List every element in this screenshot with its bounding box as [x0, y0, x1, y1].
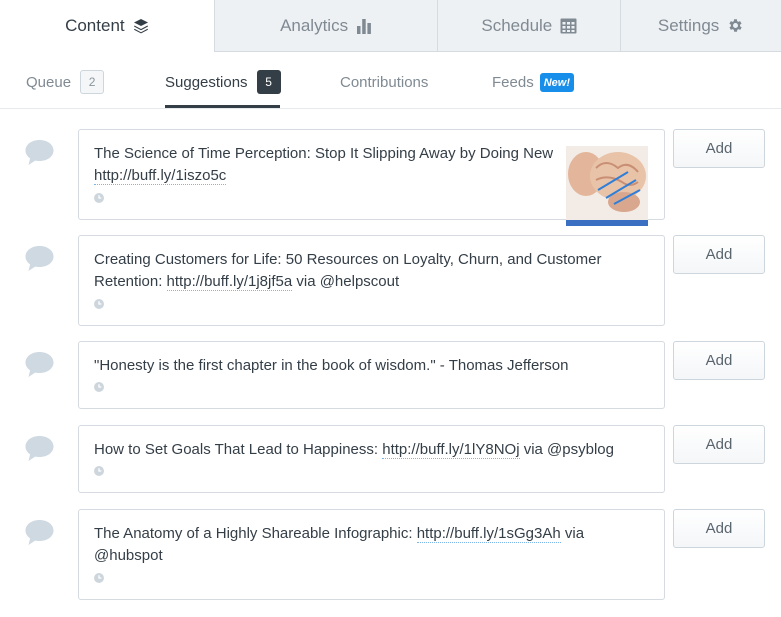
queue-count-badge: 2 — [80, 70, 105, 94]
comment-bubble-icon — [24, 139, 55, 171]
suggestion-text: The Anatomy of a Highly Shareable Infogr… — [94, 525, 585, 564]
main-tab-bar: Content Analytics Schedule Settings — [0, 0, 781, 52]
suggestion-text: The Science of Time Perception: Stop It … — [94, 145, 554, 185]
add-button[interactable]: Add — [673, 129, 765, 168]
tab-suggestions-label: Suggestions — [165, 74, 248, 91]
sub-tab-bar: Queue 2 Suggestions 5 Contributions Feed… — [0, 52, 781, 109]
suggestion-text: Creating Customers for Life: 50 Resource… — [94, 251, 602, 291]
add-button[interactable]: Add — [673, 341, 765, 380]
suggestion-text: "Honesty is the first chapter in the boo… — [94, 357, 569, 374]
tab-queue-label: Queue — [26, 74, 72, 91]
suggestion-text: How to Set Goals That Lead to Happiness:… — [94, 441, 614, 459]
add-button[interactable]: Add — [673, 235, 765, 274]
clock-icon — [94, 570, 104, 588]
suggestion-link[interactable]: http://buff.ly/1iszo5c — [94, 167, 227, 185]
tab-content[interactable]: Content — [0, 0, 214, 52]
tab-suggestions[interactable]: Suggestions 5 — [165, 70, 281, 108]
clock-icon — [94, 463, 104, 481]
tab-feeds-label: Feeds — [492, 74, 534, 91]
suggestion-card[interactable]: Creating Customers for Life: 50 Resource… — [78, 235, 665, 326]
layers-icon — [133, 18, 149, 34]
tab-schedule[interactable]: Schedule — [437, 0, 621, 52]
tab-schedule-label: Schedule — [481, 15, 553, 35]
tab-analytics[interactable]: Analytics — [213, 0, 438, 52]
add-button[interactable]: Add — [673, 509, 765, 548]
suggestion-link[interactable]: http://buff.ly/1j8jf5a — [166, 273, 293, 291]
gear-icon — [727, 17, 744, 34]
suggestion-card[interactable]: "Honesty is the first chapter in the boo… — [78, 341, 665, 409]
new-badge: New! — [539, 73, 574, 92]
clock-icon — [94, 296, 104, 314]
suggestion-card[interactable]: How to Set Goals That Lead to Happiness:… — [78, 425, 665, 493]
suggestion-link[interactable]: http://buff.ly/1lY8NOj — [382, 441, 520, 459]
tab-settings[interactable]: Settings — [620, 0, 781, 52]
comment-bubble-icon — [24, 519, 55, 551]
tab-content-label: Content — [65, 15, 125, 35]
calendar-icon — [560, 18, 577, 34]
tab-contributions-label: Contributions — [340, 74, 429, 91]
suggestion-card[interactable]: The Science of Time Perception: Stop It … — [78, 129, 665, 226]
suggestion-link[interactable]: http://buff.ly/1sGg3Ah — [416, 525, 561, 543]
suggestion-card[interactable]: The Anatomy of a Highly Shareable Infogr… — [78, 509, 665, 600]
bar-chart-icon — [356, 18, 372, 34]
tab-queue[interactable]: Queue 2 — [26, 70, 105, 108]
article-thumbnail — [566, 146, 648, 226]
comment-bubble-icon — [24, 435, 55, 467]
tab-feeds[interactable]: Feeds New! — [492, 70, 574, 108]
tab-settings-label: Settings — [657, 15, 720, 35]
tab-contributions[interactable]: Contributions — [340, 70, 428, 108]
comment-bubble-icon — [24, 245, 55, 277]
add-button[interactable]: Add — [673, 425, 765, 464]
comment-bubble-icon — [24, 351, 55, 383]
clock-icon — [94, 190, 104, 208]
clock-icon — [94, 379, 104, 397]
tab-analytics-label: Analytics — [280, 15, 349, 35]
suggestions-count-badge: 5 — [256, 70, 281, 94]
